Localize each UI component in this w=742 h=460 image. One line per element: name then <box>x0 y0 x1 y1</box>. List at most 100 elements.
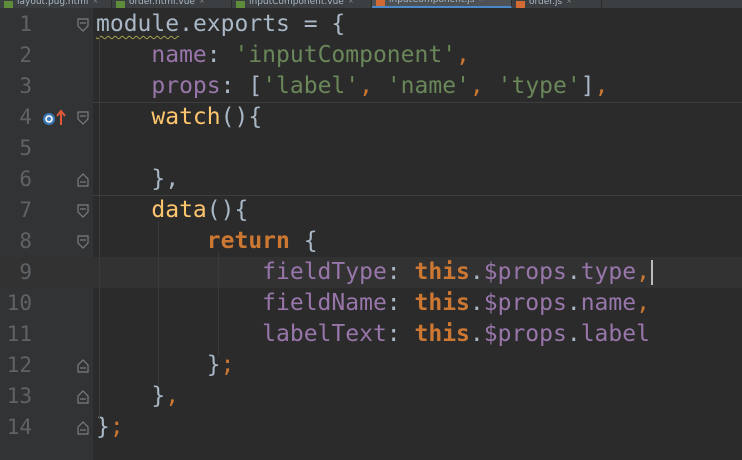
code-token: type <box>580 259 637 285</box>
code-token: this <box>414 290 470 316</box>
html-file-icon <box>236 1 245 8</box>
code-token: name <box>151 42 207 68</box>
tab-3[interactable]: inputComponent.js× <box>372 0 512 8</box>
code-token: 'type' <box>497 73 581 99</box>
line-number: 3 <box>19 74 32 98</box>
code-token: 'label' <box>262 73 360 99</box>
code-token: . <box>566 290 581 316</box>
code-line[interactable]: 10 fieldName: this.$props.name, <box>0 288 742 319</box>
code-line[interactable]: 6 }, <box>0 164 742 195</box>
code-token: labelText <box>262 321 387 347</box>
code-token: . <box>179 11 193 37</box>
tab-close-icon[interactable]: × <box>348 0 354 5</box>
code-token: (){ <box>206 197 249 223</box>
tab-1[interactable]: order.html.vue × <box>112 0 232 8</box>
code-token: $props <box>483 290 567 316</box>
code-line[interactable]: 2 name: 'inputComponent', <box>0 40 742 71</box>
code-token: : <box>386 321 415 347</box>
code-line[interactable]: 4 watch(){ <box>0 102 742 133</box>
line-number: 14 <box>6 415 32 439</box>
indent-guide <box>218 252 219 356</box>
code-line[interactable]: 3 props: ['label', 'name', 'type'], <box>0 71 742 102</box>
tab-close-icon[interactable]: × <box>566 0 572 5</box>
code-editor[interactable]: 1 module.exports = {2 name: 'inputCompone… <box>0 8 742 460</box>
line-number: 2 <box>19 43 32 67</box>
code-token: fieldName <box>262 290 387 316</box>
code-text[interactable]: watch(){ <box>96 102 262 133</box>
code-text[interactable]: }; <box>96 350 235 381</box>
code-token: . <box>469 321 484 347</box>
fold-collapse-icon[interactable] <box>77 204 89 218</box>
code-token: , <box>456 42 470 68</box>
code-line[interactable]: 9 fieldType: this.$props.type, <box>0 257 742 288</box>
code-token: data <box>151 197 207 223</box>
tab-close-icon[interactable]: × <box>199 0 205 5</box>
tab-close-icon[interactable]: × <box>478 0 484 3</box>
fold-collapse-icon[interactable] <box>77 111 89 125</box>
tab-4[interactable]: order.js × <box>512 0 602 8</box>
code-line[interactable]: 8 return { <box>0 226 742 257</box>
tab-0[interactable]: layout.pug.html × <box>0 0 112 8</box>
fold-end-icon[interactable] <box>77 173 89 187</box>
code-token: } <box>96 383 166 409</box>
fold-collapse-icon[interactable] <box>77 235 89 249</box>
method-separator <box>93 102 742 103</box>
code-line[interactable]: 14}; <box>0 412 742 443</box>
code-text[interactable]: return { <box>96 226 318 257</box>
code-token: . <box>469 290 484 316</box>
fold-end-icon[interactable] <box>77 390 89 404</box>
code-line[interactable]: 13 }, <box>0 381 742 412</box>
fold-end-icon[interactable] <box>77 359 89 373</box>
code-token: ] <box>580 73 595 99</box>
override-method-icon[interactable] <box>42 109 68 127</box>
code-token: . <box>566 259 581 285</box>
code-line[interactable]: 12 }; <box>0 350 742 381</box>
code-token: return <box>206 228 290 254</box>
code-line[interactable]: 7 data(){ <box>0 195 742 226</box>
code-text[interactable]: props: ['label', 'name', 'type'], <box>96 71 608 102</box>
code-text[interactable]: }, <box>96 164 179 195</box>
fold-end-icon[interactable] <box>77 421 89 435</box>
tab-label: layout.pug.html <box>17 0 89 7</box>
code-text[interactable]: name: 'inputComponent', <box>96 40 470 71</box>
code-line[interactable]: 1 module.exports = { <box>0 9 742 40</box>
code-text[interactable]: data(){ <box>96 195 248 226</box>
code-token: name <box>580 290 637 316</box>
code-token: label <box>580 321 650 347</box>
code-token: . <box>566 321 581 347</box>
code-text[interactable]: fieldType: this.$props.type, <box>96 257 653 288</box>
code-token: : [ <box>220 73 263 99</box>
line-number: 8 <box>19 229 32 253</box>
line-number: 5 <box>19 136 32 160</box>
line-number: 6 <box>19 167 32 191</box>
js-file-icon <box>376 0 385 6</box>
code-token: , <box>594 73 609 99</box>
code-text[interactable]: labelText: this.$props.label <box>96 319 650 350</box>
code-token: = { <box>289 11 346 37</box>
code-line[interactable]: 5 <box>0 133 742 164</box>
code-text[interactable]: fieldName: this.$props.name, <box>96 288 650 319</box>
code-token: , <box>636 259 650 285</box>
indent-guide <box>158 221 159 387</box>
method-separator <box>93 195 742 196</box>
line-number: 1 <box>19 12 32 36</box>
line-number: 4 <box>19 105 32 129</box>
code-token: this <box>414 321 470 347</box>
line-number: 13 <box>6 384 32 408</box>
editor-tab-bar: layout.pug.html × order.html.vue × inputComp… <box>0 0 742 8</box>
tab-label: order.js <box>529 0 563 7</box>
html-file-icon <box>4 1 13 8</box>
code-text[interactable]: module.exports = { <box>96 9 345 40</box>
code-line[interactable]: 11 labelText: this.$props.label <box>0 319 742 350</box>
code-token: : <box>386 290 415 316</box>
tab-close-icon[interactable]: × <box>92 0 98 5</box>
fold-collapse-icon[interactable] <box>77 18 89 32</box>
tab-2[interactable]: inputComponent.vue × <box>232 0 372 8</box>
code-text[interactable]: }, <box>96 381 179 412</box>
code-token: , <box>636 290 650 316</box>
code-text[interactable]: }; <box>96 412 124 443</box>
